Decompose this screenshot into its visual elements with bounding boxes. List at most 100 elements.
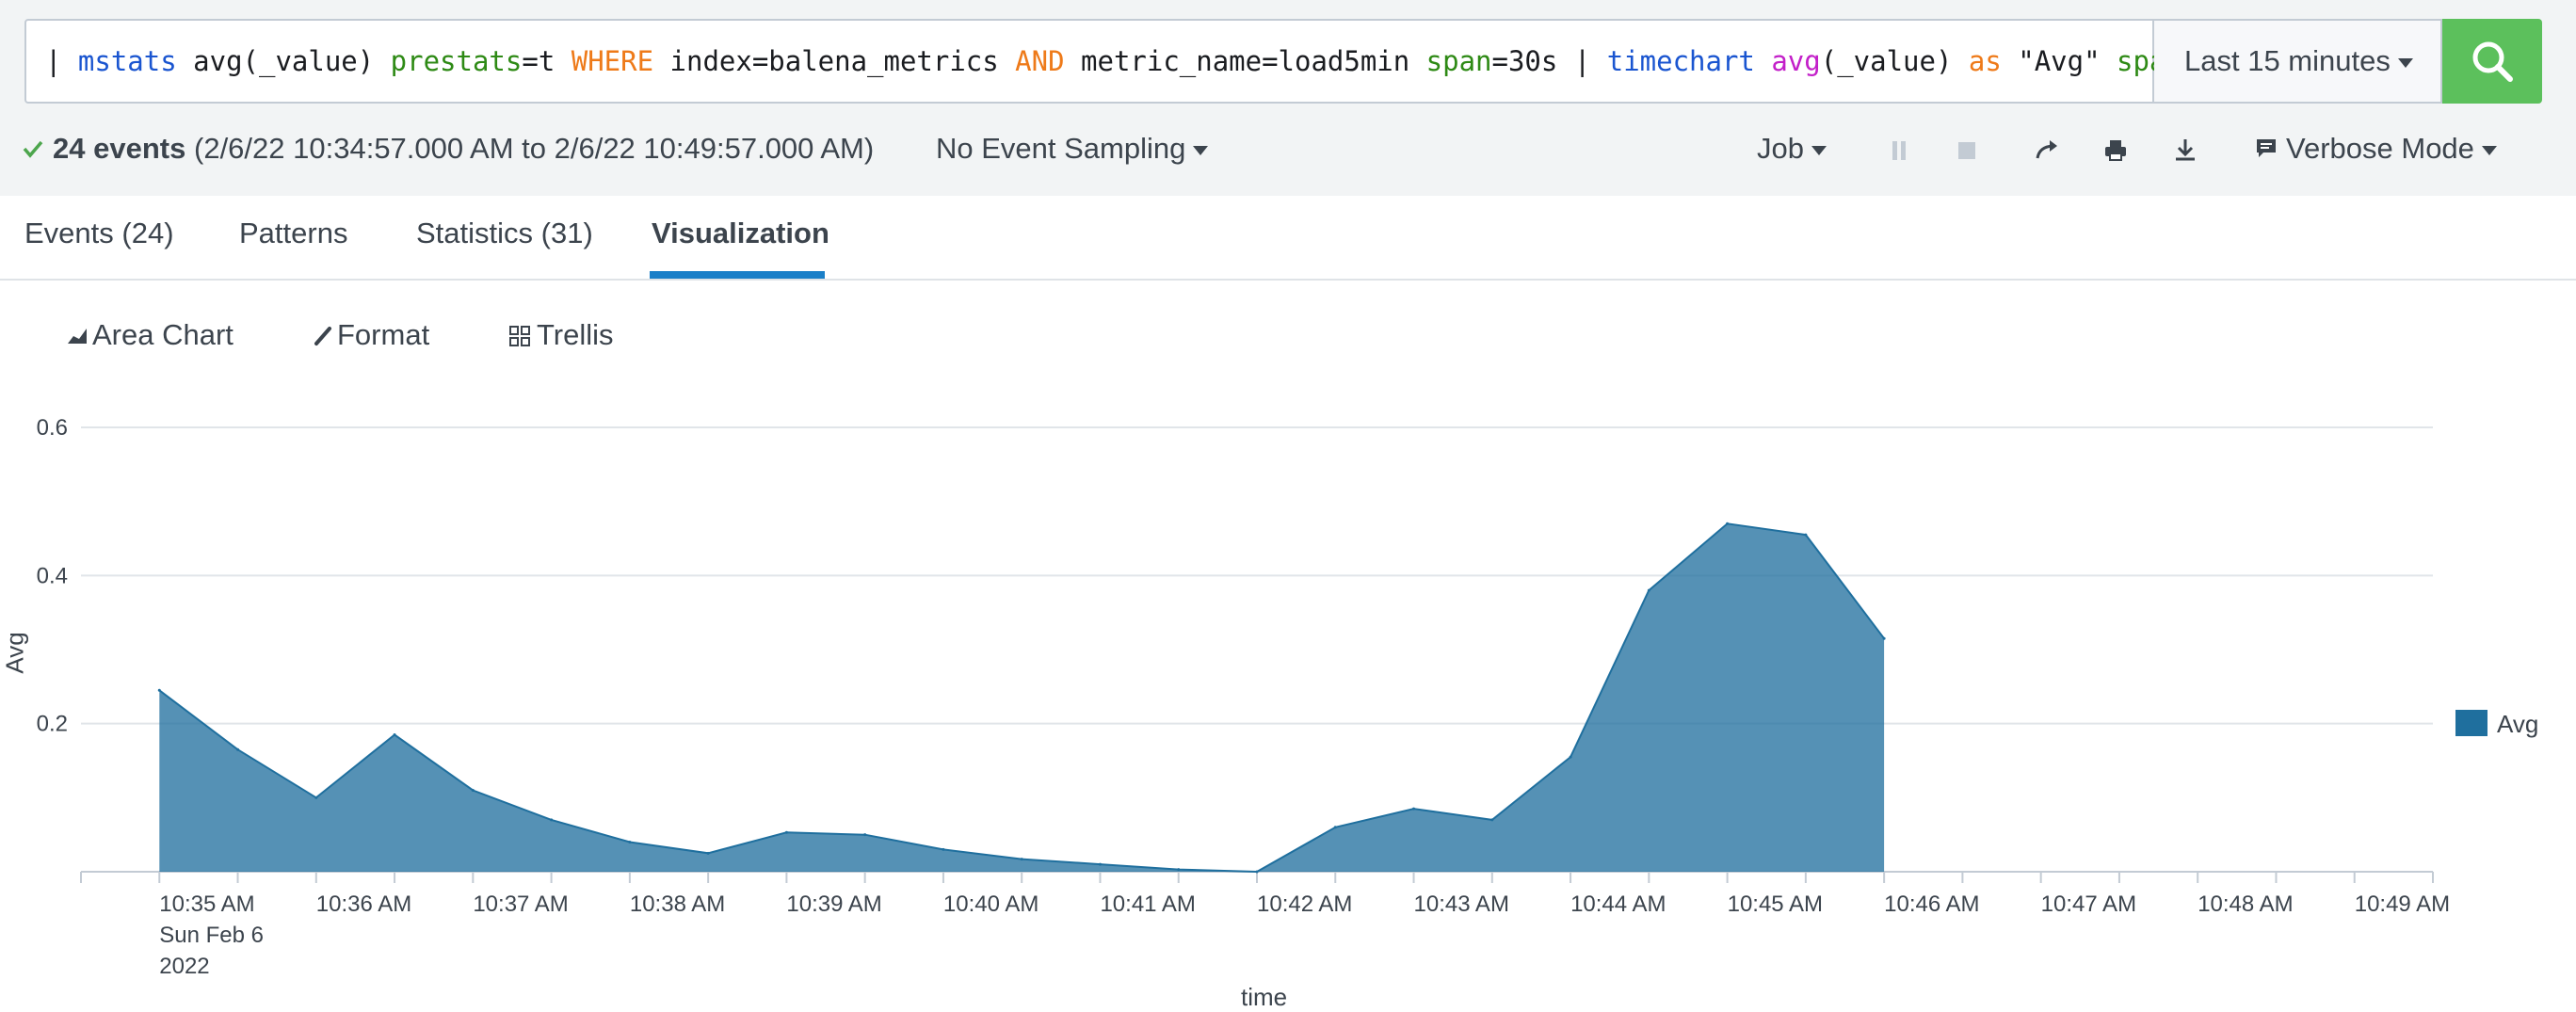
query-token: span xyxy=(1425,45,1492,77)
x-tick-label: 10:43 AM xyxy=(1414,892,1509,917)
trellis-grid-icon xyxy=(509,326,530,346)
comment-icon xyxy=(2257,139,2276,157)
x-tick-label: 10:37 AM xyxy=(473,892,568,917)
export-icon[interactable] xyxy=(2171,136,2199,164)
chart-type-button[interactable]: Area Chart xyxy=(66,318,233,352)
legend-label[interactable]: Avg xyxy=(2497,710,2538,739)
x-tick-label: 10:46 AM xyxy=(1884,892,1979,917)
data-point xyxy=(1804,533,1808,537)
data-point xyxy=(706,851,710,855)
x-tick-date: 2022 xyxy=(159,954,209,979)
query-token: WHERE xyxy=(571,45,654,77)
active-tab-indicator xyxy=(650,271,825,279)
chevron-down-icon xyxy=(2397,57,2413,68)
event-sampling-dropdown[interactable]: No Event Sampling xyxy=(936,132,1209,166)
events-count: 24 events xyxy=(53,132,186,165)
trellis-label: Trellis xyxy=(537,318,614,351)
search-mode-label: Verbose Mode xyxy=(2286,132,2474,165)
data-point xyxy=(1098,862,1102,866)
data-point xyxy=(1020,858,1023,861)
data-point xyxy=(1412,807,1416,811)
query-token: index=balena_metrics xyxy=(653,45,1016,77)
y-axis-label: Avg xyxy=(0,632,29,674)
event-sampling-label: No Event Sampling xyxy=(936,132,1186,165)
search-input[interactable]: | mstats avg(_value) prestats=t WHERE in… xyxy=(24,19,2248,104)
job-dropdown[interactable]: Job xyxy=(1757,132,1827,166)
trellis-button[interactable]: Trellis xyxy=(508,318,614,352)
data-point xyxy=(784,830,788,834)
print-icon[interactable] xyxy=(2101,136,2130,164)
x-tick-label: 10:41 AM xyxy=(1100,892,1195,917)
x-tick-label: 10:44 AM xyxy=(1570,892,1666,917)
pause-icon[interactable] xyxy=(1887,136,1911,164)
search-icon xyxy=(2472,41,2513,82)
data-point xyxy=(1333,826,1337,829)
query-token: AND xyxy=(1015,45,1065,77)
chevron-down-icon xyxy=(1193,145,1209,155)
data-point xyxy=(1647,588,1650,592)
y-tick-label: 0.2 xyxy=(37,712,68,737)
data-point xyxy=(628,841,632,844)
y-tick-label: 0.6 xyxy=(37,415,68,441)
data-point xyxy=(393,732,396,736)
query-token xyxy=(1755,45,1771,77)
tab-events[interactable]: Events (24) xyxy=(24,217,174,250)
query-token: | xyxy=(45,45,78,77)
query-token: avg xyxy=(1771,45,1821,77)
check-icon xyxy=(23,140,43,158)
query-token: timechart xyxy=(1606,45,1755,77)
data-point xyxy=(550,818,554,822)
x-tick-label: 10:36 AM xyxy=(316,892,411,917)
legend-swatch[interactable] xyxy=(2455,710,2487,736)
x-tick-label: 10:49 AM xyxy=(2355,892,2450,917)
query-token: (_value) xyxy=(1820,45,1969,77)
time-range-picker[interactable]: Last 15 minutes xyxy=(2154,19,2442,104)
data-point xyxy=(1882,636,1886,640)
area-chart: 0.6 0.4 0.2 10:35 AM Sun Feb 6 2022 10:36 AM 10… xyxy=(37,415,2451,979)
x-tick-label: 10:40 AM xyxy=(943,892,1038,917)
area-chart-icon xyxy=(68,329,87,344)
x-tick-label: 10:39 AM xyxy=(786,892,881,917)
x-tick-label: 10:45 AM xyxy=(1728,892,1823,917)
search-mode-dropdown[interactable]: Verbose Mode xyxy=(2254,132,2497,166)
x-tick-label: 10:48 AM xyxy=(2198,892,2293,917)
y-tick-label: 0.4 xyxy=(37,563,68,588)
x-tick-label: 10:42 AM xyxy=(1257,892,1352,917)
data-point xyxy=(314,795,318,799)
time-range-label: Last 15 minutes xyxy=(2184,44,2391,77)
x-tick-label: 10:47 AM xyxy=(2041,892,2136,917)
search-button[interactable] xyxy=(2442,19,2542,104)
search-query-text[interactable]: | mstats avg(_value) prestats=t WHERE in… xyxy=(45,21,2248,102)
data-point xyxy=(863,833,867,837)
x-axis-label: time xyxy=(1241,983,1288,1011)
chevron-down-icon xyxy=(2481,145,2497,155)
data-point xyxy=(157,688,161,692)
data-point xyxy=(1726,522,1730,525)
format-button[interactable]: Format xyxy=(313,318,429,352)
data-point xyxy=(1490,818,1494,822)
brush-icon xyxy=(314,327,331,345)
data-point xyxy=(1569,755,1572,759)
query-token: =30s | xyxy=(1491,45,1607,77)
query-token: metric_name=load5min xyxy=(1064,45,1426,77)
query-token: =t xyxy=(522,45,572,77)
query-token: avg(_value) xyxy=(176,45,391,77)
events-time-range: (2/6/22 10:34:57.000 AM to 2/6/22 10:49:… xyxy=(194,132,875,165)
share-icon[interactable] xyxy=(2032,136,2060,164)
data-point xyxy=(471,788,475,792)
format-label: Format xyxy=(337,318,430,351)
chevron-down-icon xyxy=(1811,145,1827,155)
data-point xyxy=(236,747,240,751)
stop-icon[interactable] xyxy=(1955,136,1979,164)
query-token: mstats xyxy=(77,45,177,77)
data-point xyxy=(1255,870,1259,874)
data-point xyxy=(1177,868,1181,872)
x-tick-label: 10:38 AM xyxy=(630,892,725,917)
query-token: as xyxy=(1968,45,2002,77)
query-token: "Avg" xyxy=(2001,45,2117,77)
tab-statistics[interactable]: Statistics (31) xyxy=(416,217,593,250)
results-tabs: Events (24) Patterns Statistics (31) Vis… xyxy=(0,196,2576,281)
job-label: Job xyxy=(1757,132,1804,165)
tab-patterns[interactable]: Patterns xyxy=(239,217,347,250)
tab-visualization[interactable]: Visualization xyxy=(652,217,829,250)
